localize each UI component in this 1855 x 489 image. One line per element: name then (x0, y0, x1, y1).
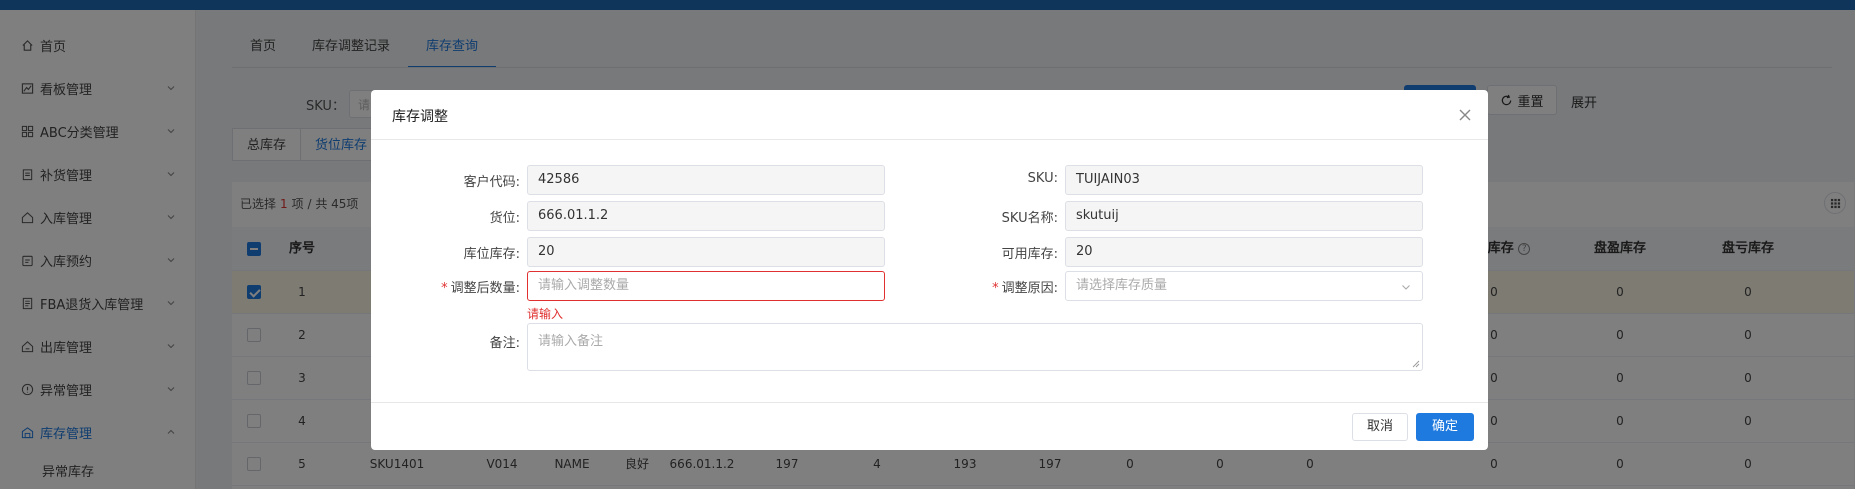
remark-textarea[interactable]: 请输入备注 (527, 323, 1423, 371)
location-stock-label: 库位库存: (463, 247, 520, 262)
adjusted-qty-error: 请输入 (527, 307, 564, 321)
location-label: 货位: (489, 211, 520, 226)
required-mark: * (992, 281, 999, 296)
reason-select-placeholder: 请选择库存质量 (1076, 278, 1168, 293)
sku-name-label: SKU名称: (1001, 211, 1058, 226)
required-mark: * (441, 281, 448, 296)
adjusted-qty-input[interactable]: 请输入调整数量 (527, 271, 885, 301)
remark-placeholder: 请输入备注 (538, 334, 604, 349)
sku-label: SKU: (1027, 171, 1058, 186)
available-stock-field: 20 (1065, 237, 1423, 267)
customer-code-field: 42586 (527, 165, 885, 195)
dialog-footer: 取消 确定 (371, 402, 1488, 450)
chevron-down-icon (1402, 285, 1410, 290)
close-icon[interactable] (1456, 106, 1474, 124)
dialog-header: 库存调整 (371, 90, 1488, 140)
available-stock-label: 可用库存: (1001, 247, 1058, 262)
sku-field: TUIJAIN03 (1065, 165, 1423, 195)
reason-select[interactable]: 请选择库存质量 (1065, 271, 1423, 301)
customer-code-label: 客户代码: (463, 175, 520, 190)
sku-name-field: skutuij (1065, 201, 1423, 231)
location-field: 666.01.1.2 (527, 201, 885, 231)
remark-label: 备注: (489, 336, 520, 351)
stock-adjust-dialog: 库存调整 客户代码: 42586 SKU: TUIJAIN03 货位: 666.… (371, 90, 1488, 450)
resize-grip-icon[interactable] (1412, 360, 1420, 368)
reason-label: * 调整原因: (971, 277, 1058, 296)
cancel-button[interactable]: 取消 (1352, 413, 1408, 441)
dialog-title: 库存调整 (392, 109, 448, 125)
confirm-button[interactable]: 确定 (1416, 413, 1474, 441)
adjusted-qty-label: * 调整后数量: (371, 277, 520, 296)
reason-label-text: 调整原因: (1001, 281, 1058, 296)
location-stock-field: 20 (527, 237, 885, 267)
adjusted-qty-label-text: 调整后数量: (450, 281, 520, 296)
